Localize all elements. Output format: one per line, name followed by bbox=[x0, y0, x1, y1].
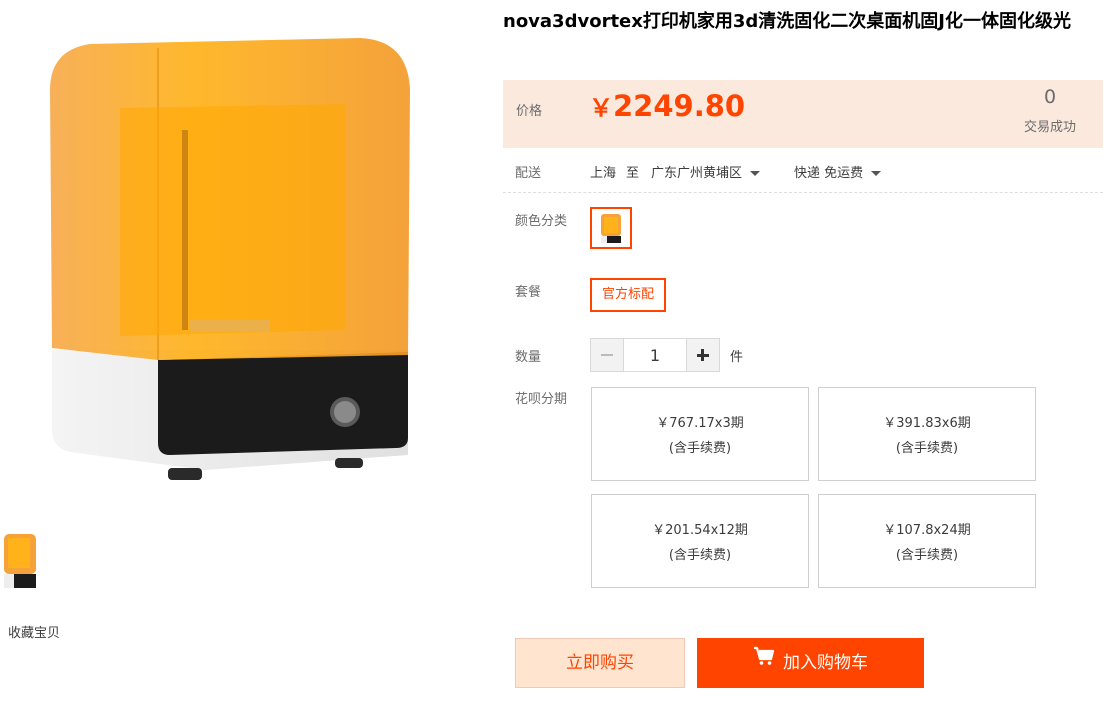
destination-dropdown[interactable]: 广东广州黄埔区 bbox=[651, 162, 761, 181]
add-to-cart-button[interactable]: 加入购物车 bbox=[697, 638, 924, 688]
buy-now-button[interactable]: 立即购买 bbox=[515, 638, 685, 688]
add-to-cart-label: 加入购物车 bbox=[783, 653, 868, 673]
cart-icon bbox=[753, 636, 775, 686]
product-thumbnail[interactable] bbox=[0, 530, 40, 592]
product-main-image bbox=[40, 30, 420, 490]
divider bbox=[503, 192, 1103, 193]
shipping-from: 上海 bbox=[590, 166, 617, 181]
chevron-down-icon bbox=[750, 171, 761, 176]
installment-fee: (含手续费) bbox=[895, 548, 959, 563]
quantity-input[interactable]: 1 bbox=[624, 338, 686, 372]
installment-plan: ￥767.17x3期 bbox=[656, 416, 744, 431]
quantity-label: 数量 bbox=[515, 350, 542, 365]
destination-value: 广东广州黄埔区 bbox=[651, 166, 743, 181]
price-amount: 2249.80 bbox=[613, 89, 746, 123]
price-currency: ￥ bbox=[589, 94, 613, 122]
installment-fee: (含手续费) bbox=[668, 441, 732, 456]
quantity-decrease-button[interactable] bbox=[590, 338, 624, 372]
installment-option[interactable]: ￥391.83x6期 (含手续费) bbox=[818, 387, 1036, 481]
price-panel: 价格 ￥2249.80 0 交易成功 bbox=[503, 80, 1103, 148]
product-title: nova3dvortex打印机家用3d清洗固化二次桌面机固J化一体固化级光 bbox=[503, 11, 1071, 32]
shipping-label: 配送 bbox=[515, 166, 542, 181]
quantity-unit: 件 bbox=[730, 350, 744, 365]
installment-label: 花呗分期 bbox=[515, 392, 568, 407]
sold-label: 交易成功 bbox=[1023, 120, 1076, 135]
installment-plan: ￥201.54x12期 bbox=[652, 523, 748, 538]
package-option[interactable]: 官方标配 bbox=[590, 278, 666, 312]
installment-plan: ￥107.8x24期 bbox=[883, 523, 971, 538]
installment-fee: (含手续费) bbox=[895, 441, 959, 456]
chevron-down-icon bbox=[871, 171, 882, 176]
shipping-method-value: 快递 免运费 bbox=[794, 166, 864, 181]
favorite-link[interactable]: 收藏宝贝 bbox=[8, 622, 60, 641]
shipping-method-dropdown[interactable]: 快递 免运费 bbox=[794, 162, 882, 181]
color-label: 颜色分类 bbox=[515, 214, 568, 229]
package-label: 套餐 bbox=[515, 285, 542, 300]
shipping-to-word: 至 bbox=[626, 166, 640, 181]
price-value: ￥2249.80 bbox=[589, 88, 745, 123]
sold-count: 0 bbox=[1043, 86, 1057, 108]
price-label: 价格 bbox=[516, 104, 543, 119]
installment-option[interactable]: ￥107.8x24期 (含手续费) bbox=[818, 494, 1036, 588]
quantity-increase-button[interactable] bbox=[686, 338, 720, 372]
color-option-swatch[interactable] bbox=[590, 207, 632, 249]
installment-option[interactable]: ￥201.54x12期 (含手续费) bbox=[591, 494, 809, 588]
installment-plan: ￥391.83x6期 bbox=[883, 416, 971, 431]
installment-option[interactable]: ￥767.17x3期 (含手续费) bbox=[591, 387, 809, 481]
installment-fee: (含手续费) bbox=[668, 548, 732, 563]
